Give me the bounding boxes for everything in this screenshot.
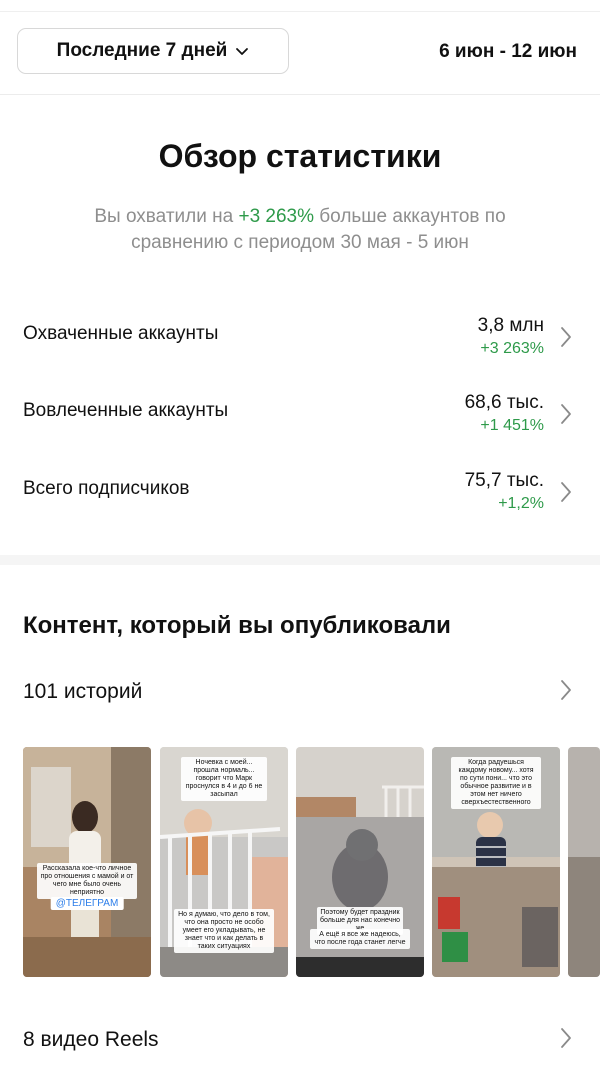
- story-thumbnail-partial[interactable]: [568, 747, 600, 977]
- summary-prefix: Вы охватили на: [94, 206, 239, 227]
- date-range-text: 6 июн - 12 июн: [439, 41, 577, 62]
- chevron-right-icon: [561, 404, 571, 424]
- chevron-down-icon: [236, 48, 249, 55]
- story-caption-bottom: А ещё я все же надеюсь, что после года с…: [310, 929, 410, 949]
- section-divider: [0, 555, 600, 565]
- metric-value: 75,7 тыс.: [464, 470, 544, 491]
- story-image: [23, 747, 151, 977]
- story-caption-bottom: Но я думаю, что дело в том, что она прос…: [174, 909, 274, 953]
- story-thumbnail[interactable]: Поэтому будет праздник больше для нас ко…: [296, 747, 424, 977]
- overview-summary: Вы охватили на +3 263% больше аккаунтов …: [60, 204, 540, 256]
- top-bar: Последние 7 дней 6 июн - 12 июн: [0, 0, 600, 95]
- story-caption-top: Ночевка с моей... прошла нормаль... гово…: [181, 757, 267, 801]
- metric-label: Охваченные аккаунты: [23, 323, 219, 344]
- metric-reached-accounts[interactable]: Охваченные аккаунты 3,8 млн +3 263%: [0, 315, 600, 371]
- chevron-right-icon[interactable]: [559, 1026, 573, 1050]
- story-thumbnail[interactable]: Когда радуешься каждому новому... хотя п…: [432, 747, 560, 977]
- metric-value: 68,6 тыс.: [464, 392, 544, 413]
- content-section-title: Контент, который вы опубликовали: [23, 612, 451, 639]
- stories-row-label[interactable]: 101 историй: [23, 680, 142, 704]
- reels-row-label[interactable]: 8 видео Reels: [23, 1028, 159, 1052]
- story-thumbnail[interactable]: Ночевка с моей... прошла нормаль... гово…: [160, 747, 288, 977]
- page-title: Обзор статистики: [158, 138, 442, 174]
- metric-engaged-accounts[interactable]: Вовлеченные аккаунты 68,6 тыс. +1 451%: [0, 392, 600, 448]
- chevron-right-icon[interactable]: [559, 678, 573, 702]
- chevron-right-icon: [561, 482, 571, 502]
- metric-delta: +1,2%: [498, 495, 544, 512]
- story-caption-top: Когда радуешься каждому новому... хотя п…: [451, 757, 541, 809]
- metric-value: 3,8 млн: [477, 315, 544, 336]
- metric-delta: +1 451%: [480, 417, 544, 434]
- story-caption: Рассказала кое-что личное про отношения …: [37, 863, 137, 899]
- date-range-label: Последние 7 дней: [56, 40, 228, 61]
- top-divider: [0, 11, 600, 12]
- metric-label: Вовлеченные аккаунты: [23, 400, 229, 421]
- story-thumbnail[interactable]: Рассказала кое-что личное про отношения …: [23, 747, 151, 977]
- metric-total-followers[interactable]: Всего подписчиков 75,7 тыс. +1,2%: [0, 470, 600, 526]
- metric-delta: +3 263%: [480, 340, 544, 357]
- story-tag: @ТЕЛЕГРАМ: [50, 897, 124, 910]
- metric-label: Всего подписчиков: [23, 478, 190, 499]
- summary-highlight: +3 263%: [238, 206, 315, 227]
- chevron-right-icon: [561, 327, 571, 347]
- story-image: [568, 747, 600, 977]
- date-range-dropdown[interactable]: Последние 7 дней: [17, 28, 289, 74]
